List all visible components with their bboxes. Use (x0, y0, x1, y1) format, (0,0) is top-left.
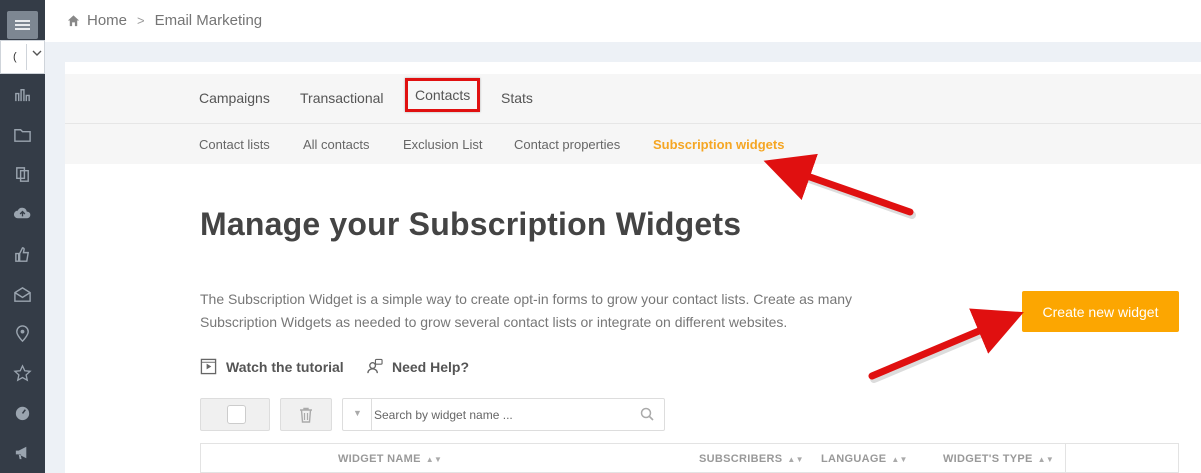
bar-chart-icon[interactable] (12, 84, 33, 105)
copy-icon[interactable] (12, 164, 33, 185)
column-header-language[interactable]: LANGUAGE ▲▼ (821, 453, 908, 465)
top-bar: Home > Email Marketing (45, 0, 1201, 42)
megaphone-icon[interactable] (12, 442, 33, 463)
map-marker-icon[interactable] (12, 323, 33, 344)
table-header: WIDGET NAME ▲▼ SUBSCRIBERS ▲▼ LANGUAGE ▲▼ W… (200, 443, 1179, 473)
search-filter-dropdown[interactable]: ▼ (343, 399, 372, 430)
subtab-contact-properties[interactable]: Contact properties (514, 137, 620, 152)
subtab-subscription-widgets[interactable]: Subscription widgets (653, 137, 784, 152)
search-input[interactable] (374, 400, 634, 429)
breadcrumb-current: Email Marketing (154, 12, 263, 29)
breadcrumb: Home > Email Marketing (67, 12, 262, 29)
trash-icon (300, 407, 312, 423)
chevron-down-icon (32, 48, 42, 61)
main-panel: Campaigns Transactional Contacts Stats C… (65, 62, 1201, 473)
caret-down-icon: ▼ (353, 408, 362, 418)
tab-stats[interactable]: Stats (501, 90, 533, 106)
star-icon[interactable] (12, 363, 33, 384)
breadcrumb-separator: > (137, 13, 145, 28)
delete-button[interactable] (280, 398, 332, 431)
account-select-value: ( (13, 51, 17, 63)
sort-icon: ▲▼ (425, 455, 443, 464)
tab-campaigns[interactable]: Campaigns (199, 90, 270, 106)
tab-transactional[interactable]: Transactional (300, 90, 384, 106)
column-label: WIDGET'S TYPE (943, 453, 1033, 465)
column-header-widget-name[interactable]: WIDGET NAME ▲▼ (338, 453, 442, 465)
home-icon (67, 15, 80, 27)
watch-tutorial-link[interactable]: Watch the tutorial (200, 358, 344, 375)
column-label: WIDGET NAME (338, 453, 421, 465)
tab-contacts[interactable]: Contacts (405, 78, 481, 112)
column-header-widget-type[interactable]: WIDGET'S TYPE ▲▼ (943, 453, 1054, 465)
column-divider (1065, 444, 1066, 473)
menu-toggle-icon[interactable] (7, 11, 38, 39)
sort-icon: ▲▼ (787, 455, 804, 464)
select-all-checkbox[interactable] (227, 405, 246, 424)
account-select[interactable]: ( (0, 40, 45, 74)
create-widget-button[interactable]: Create new widget (1022, 291, 1179, 332)
need-help-link[interactable]: Need Help? (366, 358, 469, 375)
breadcrumb-home[interactable]: Home (87, 12, 127, 29)
column-label: LANGUAGE (821, 453, 887, 465)
column-header-subscribers[interactable]: SUBSCRIBERS ▲▼ (699, 453, 804, 465)
search-bar: ▼ (342, 398, 665, 431)
page-description: The Subscription Widget is a simple way … (200, 291, 853, 330)
cloud-upload-icon[interactable] (12, 203, 33, 224)
search-icon[interactable] (640, 407, 654, 421)
help-support-icon (367, 358, 383, 374)
primary-nav: Campaigns Transactional Contacts Stats (65, 74, 1201, 124)
dashboard-icon[interactable] (12, 402, 33, 423)
page-title: Manage your Subscription Widgets (200, 206, 742, 242)
sort-icon: ▲▼ (891, 455, 908, 464)
subtab-exclusion-list[interactable]: Exclusion List (403, 137, 482, 152)
secondary-nav: Contact lists All contacts Exclusion Lis… (65, 124, 1201, 164)
sidebar: ( (0, 0, 45, 473)
need-help-label: Need Help? (392, 358, 470, 375)
video-icon (200, 358, 217, 375)
watch-tutorial-label: Watch the tutorial (226, 358, 344, 375)
folder-icon[interactable] (12, 124, 33, 145)
sort-icon: ▲▼ (1037, 455, 1055, 464)
thumbs-up-icon[interactable] (12, 244, 33, 265)
subtab-all-contacts[interactable]: All contacts (303, 137, 369, 152)
subtab-contact-lists[interactable]: Contact lists (199, 137, 270, 152)
column-label: SUBSCRIBERS (699, 453, 783, 465)
envelope-open-icon[interactable] (12, 284, 33, 305)
select-all-button[interactable] (200, 398, 270, 431)
